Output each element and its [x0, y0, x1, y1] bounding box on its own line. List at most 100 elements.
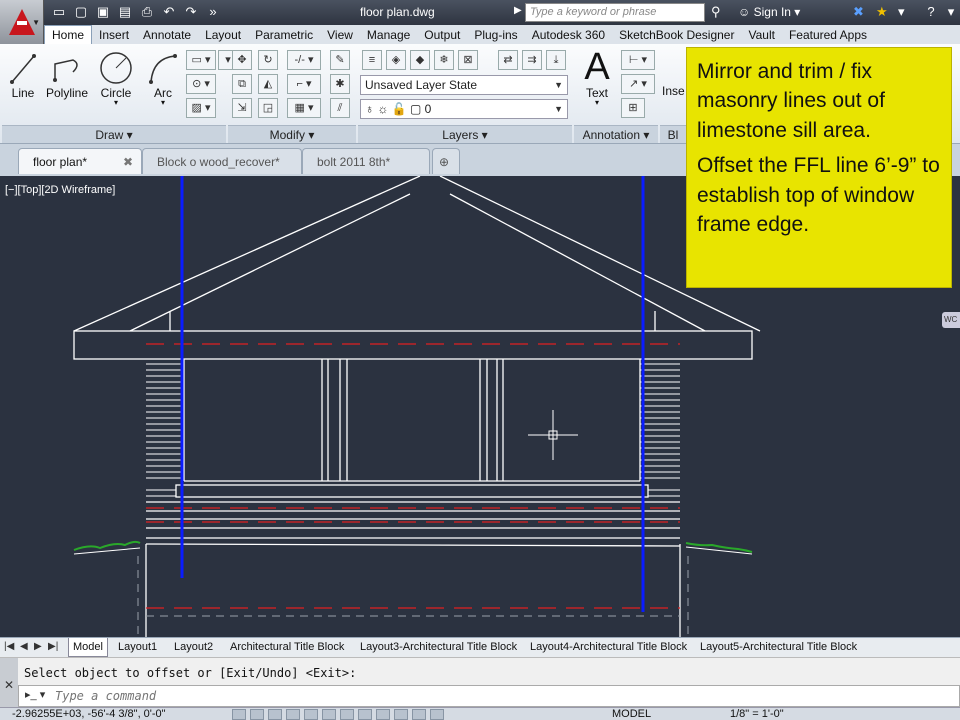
viewcube-chip[interactable]: WC [942, 312, 960, 328]
ribbon-tab-sketchbook-designer[interactable]: SketchBook Designer [612, 26, 741, 44]
ribbon-tab-view[interactable]: View [320, 26, 360, 44]
rotate-icon[interactable]: ↻ [258, 50, 278, 70]
grid-icon[interactable] [250, 709, 264, 720]
polar-icon[interactable] [286, 709, 300, 720]
block-panel-label[interactable]: Bl [660, 125, 686, 143]
layer-walk-icon[interactable]: ⇉ [522, 50, 542, 70]
chevron-down-icon[interactable]: ▾ [898, 4, 905, 20]
layout-tab-model[interactable]: Model [68, 638, 108, 657]
first-tab-icon[interactable]: |◀ [4, 641, 14, 652]
doc-tab-bolt[interactable]: bolt 2011 8th* [302, 148, 430, 174]
more-icon[interactable]: » [204, 4, 222, 20]
layout-tab-layout2[interactable]: Layout2 [170, 638, 217, 657]
prev-tab-icon[interactable]: ◀ [20, 641, 28, 652]
layout-tab-architectural-title-block[interactable]: Architectural Title Block [226, 638, 348, 657]
layer-merge-icon[interactable]: ⤓ [546, 50, 566, 70]
chevron-down-icon[interactable]: ▾ [940, 2, 960, 22]
layer-lock-icon[interactable]: ⊠ [458, 50, 478, 70]
model-space-button[interactable]: MODEL [612, 708, 651, 720]
layer-properties-icon[interactable]: ≡ [362, 50, 382, 70]
doc-tab-block-o-wood[interactable]: Block o wood_recover* [142, 148, 302, 174]
table-icon[interactable]: ⊞ [621, 98, 645, 118]
close-icon[interactable]: ✖ [123, 149, 133, 175]
ribbon-tab-home[interactable]: Home [44, 25, 93, 44]
ribbon-tab-autodesk-360[interactable]: Autodesk 360 [525, 26, 612, 44]
annotation-scale-dropdown[interactable]: 1/8" = 1'-0" [730, 708, 784, 720]
redo-icon[interactable]: ↷ [182, 4, 200, 20]
erase-icon[interactable]: ✎ [330, 50, 350, 70]
insert-block-button[interactable]: Inse [662, 84, 686, 98]
close-icon[interactable]: ✕ [4, 678, 14, 692]
osnap-icon[interactable] [304, 709, 318, 720]
quick-properties-icon[interactable] [412, 709, 426, 720]
ribbon-tab-vault[interactable]: Vault [741, 26, 781, 44]
move-icon[interactable]: ✥ [232, 50, 252, 70]
layer-isolate-icon[interactable]: ◆ [410, 50, 430, 70]
save-as-icon[interactable]: ▤ [116, 4, 134, 20]
dyn-icon[interactable] [358, 709, 372, 720]
dimension-icon[interactable]: ⊢ ▾ [621, 50, 655, 70]
snap-icon[interactable] [232, 709, 246, 720]
subscription-icon[interactable]: ★ [876, 4, 888, 20]
draw-panel-label[interactable]: Draw ▾ [2, 125, 226, 143]
search-input[interactable]: Type a keyword or phrase [525, 3, 705, 22]
layer-state-dropdown[interactable]: Unsaved Layer State ▼ [360, 75, 568, 95]
fillet-icon[interactable]: ⌐ ▾ [287, 74, 321, 94]
ribbon-tab-annotate[interactable]: Annotate [136, 26, 198, 44]
save-icon[interactable]: ▣ [94, 4, 112, 20]
arc-tool-button[interactable]: Arc ▾ [145, 50, 181, 107]
modify-panel-label[interactable]: Modify ▾ [228, 125, 356, 143]
lineweight-icon[interactable] [376, 709, 390, 720]
selection-cycling-icon[interactable] [430, 709, 444, 720]
explode-icon[interactable]: ✱ [330, 74, 350, 94]
ribbon-tab-output[interactable]: Output [417, 26, 467, 44]
copy-icon[interactable]: ⧉ [232, 74, 252, 94]
layout-tab-layout5[interactable]: Layout5-Architectural Title Block [696, 638, 861, 657]
leader-icon[interactable]: ↗ ▾ [621, 74, 655, 94]
doc-tab-floor-plan[interactable]: floor plan* ✖ [18, 148, 142, 174]
text-tool-button[interactable]: A Text ▾ [580, 48, 614, 107]
ribbon-tab-layout[interactable]: Layout [198, 26, 248, 44]
ducs-icon[interactable] [340, 709, 354, 720]
ribbon-tab-plug-ins[interactable]: Plug-ins [467, 26, 524, 44]
ribbon-tab-insert[interactable]: Insert [92, 26, 136, 44]
current-layer-dropdown[interactable]: ♁ ☼ 🔓 ▢ 0 ▼ [360, 99, 568, 119]
circle-tool-button[interactable]: Circle ▾ [98, 50, 134, 107]
sign-in-button[interactable]: ☺ Sign In ▾ [738, 5, 800, 19]
binoculars-icon[interactable]: ⚲ [711, 4, 721, 20]
layout-tab-layout3[interactable]: Layout3-Architectural Title Block [356, 638, 521, 657]
layer-match-icon[interactable]: ⇄ [498, 50, 518, 70]
next-tab-icon[interactable]: ▶ [34, 641, 42, 652]
new-tab-button[interactable]: ⊕ [432, 148, 460, 174]
transparency-icon[interactable] [394, 709, 408, 720]
command-input[interactable] [55, 688, 935, 704]
ribbon-tab-parametric[interactable]: Parametric [248, 26, 320, 44]
polyline-tool-button[interactable]: Polyline [44, 50, 90, 100]
layer-freeze-icon[interactable]: ❄ [434, 50, 454, 70]
help-icon[interactable]: ? [920, 2, 942, 22]
new-icon[interactable]: ▭ [50, 4, 68, 20]
layers-panel-label[interactable]: Layers ▾ [358, 125, 572, 143]
command-prompt-icon[interactable]: ▸_ ▾ [25, 688, 45, 701]
scale-icon[interactable]: ◲ [258, 98, 278, 118]
otrack-icon[interactable] [322, 709, 336, 720]
open-icon[interactable]: ▢ [72, 4, 90, 20]
array-icon[interactable]: ▦ ▾ [287, 98, 321, 118]
ortho-icon[interactable] [268, 709, 282, 720]
layer-on-icon[interactable]: ◈ [386, 50, 406, 70]
hatch-icon[interactable]: ▨ ▾ [186, 98, 216, 118]
undo-icon[interactable]: ↶ [160, 4, 178, 20]
ribbon-tab-featured-apps[interactable]: Featured Apps [782, 26, 874, 44]
offset-icon[interactable]: ⫽ [330, 98, 350, 118]
annotation-panel-label[interactable]: Annotation ▾ [574, 125, 658, 143]
application-menu-button[interactable]: ▼ [0, 0, 44, 44]
exchange-icon[interactable]: ✖ [853, 4, 864, 20]
mirror-icon[interactable]: ◭ [258, 74, 278, 94]
stretch-icon[interactable]: ⇲ [232, 98, 252, 118]
line-tool-button[interactable]: Line [8, 50, 38, 100]
rectangle-icon[interactable]: ▭ ▾ [186, 50, 216, 70]
layout-tab-layout4[interactable]: Layout4-Architectural Title Block [526, 638, 691, 657]
ellipse-icon[interactable]: ⊙ ▾ [186, 74, 216, 94]
ribbon-tab-manage[interactable]: Manage [360, 26, 417, 44]
print-icon[interactable]: ⎙ [138, 4, 156, 20]
